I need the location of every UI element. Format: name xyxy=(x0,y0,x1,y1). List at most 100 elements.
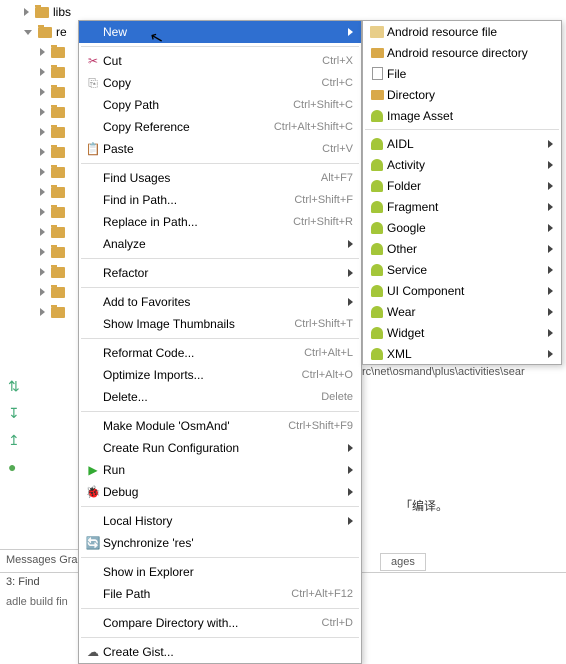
menu-copy[interactable]: ⎘ Copy Ctrl+C xyxy=(79,72,361,94)
menu-file-path[interactable]: File Path Ctrl+Alt+F12 xyxy=(79,583,361,605)
menu-refactor[interactable]: Refactor xyxy=(79,262,361,284)
submenu-arrow-icon xyxy=(348,240,353,248)
tree-arrow-icon[interactable] xyxy=(40,148,45,156)
submenu-wear[interactable]: Wear xyxy=(363,301,561,322)
android-icon xyxy=(371,327,383,339)
menu-add-favorites[interactable]: Add to Favorites xyxy=(79,291,361,313)
menu-thumbnails[interactable]: Show Image Thumbnails Ctrl+Shift+T xyxy=(79,313,361,335)
menu-replace-in-path[interactable]: Replace in Path... Ctrl+Shift+R xyxy=(79,211,361,233)
tree-arrow-icon[interactable] xyxy=(24,8,29,16)
submenu-image-asset[interactable]: Image Asset xyxy=(363,105,561,126)
collapse-icon[interactable]: ↥ xyxy=(8,432,32,449)
github-icon: ☁ xyxy=(83,645,103,659)
folder-icon xyxy=(371,48,384,58)
submenu-arrow-icon xyxy=(548,203,553,211)
tree-arrow-open-icon[interactable] xyxy=(24,30,32,35)
tree-arrow-icon[interactable] xyxy=(40,308,45,316)
menu-delete[interactable]: Delete... Delete xyxy=(79,386,361,408)
filter-icon[interactable]: ⇅ xyxy=(8,378,32,395)
menu-new[interactable]: New xyxy=(79,21,361,43)
submenu-directory[interactable]: Directory xyxy=(363,84,561,105)
menu-find-usages[interactable]: Find Usages Alt+F7 xyxy=(79,167,361,189)
submenu-arrow-icon xyxy=(548,308,553,316)
submenu-arrow-icon xyxy=(348,488,353,496)
submenu-arrow-icon xyxy=(548,266,553,274)
tree-arrow-icon[interactable] xyxy=(40,288,45,296)
folder-icon xyxy=(51,127,65,138)
folder-icon xyxy=(51,247,65,258)
menu-create-gist[interactable]: ☁ Create Gist... xyxy=(79,641,361,663)
tree-arrow-icon[interactable] xyxy=(40,188,45,196)
editor-text-fragment: 「编译。 xyxy=(400,497,448,514)
submenu-google[interactable]: Google xyxy=(363,217,561,238)
tree-arrow-icon[interactable] xyxy=(40,128,45,136)
folder-icon xyxy=(51,307,65,318)
folder-icon xyxy=(51,287,65,298)
menu-separator xyxy=(81,411,359,412)
tree-item-res[interactable]: re xyxy=(56,25,67,39)
menu-find-in-path[interactable]: Find in Path... Ctrl+Shift+F xyxy=(79,189,361,211)
menu-debug[interactable]: 🐞 Debug xyxy=(79,481,361,503)
tree-item-libs[interactable]: libs xyxy=(53,5,71,19)
tree-arrow-icon[interactable] xyxy=(40,268,45,276)
menu-reformat-code[interactable]: Reformat Code... Ctrl+Alt+L xyxy=(79,342,361,364)
submenu-folder[interactable]: Folder xyxy=(363,175,561,196)
submenu-android-resource-dir[interactable]: Android resource directory xyxy=(363,42,561,63)
xml-file-icon xyxy=(370,26,384,38)
tree-arrow-icon[interactable] xyxy=(40,88,45,96)
menu-separator xyxy=(81,608,359,609)
submenu-android-resource-file[interactable]: Android resource file xyxy=(363,21,561,42)
submenu-arrow-icon xyxy=(548,140,553,148)
expand-icon[interactable]: ↧ xyxy=(8,405,32,422)
tree-arrow-icon[interactable] xyxy=(40,248,45,256)
folder-icon xyxy=(51,87,65,98)
bottom-find-tab[interactable]: 3: Find xyxy=(6,576,40,589)
folder-icon xyxy=(51,267,65,278)
submenu-file[interactable]: File xyxy=(363,63,561,84)
menu-paste[interactable]: 📋 Paste Ctrl+V xyxy=(79,138,361,160)
menu-synchronize[interactable]: 🔄 Synchronize 'res' xyxy=(79,532,361,554)
menu-copy-reference[interactable]: Copy Reference Ctrl+Alt+Shift+C xyxy=(79,116,361,138)
folder-icon xyxy=(38,27,52,38)
submenu-widget[interactable]: Widget xyxy=(363,322,561,343)
tree-arrow-icon[interactable] xyxy=(40,68,45,76)
breadcrumb-path: rc\net\osmand\plus\activities\sear xyxy=(362,366,562,378)
menu-cut[interactable]: ✂ Cut Ctrl+X xyxy=(79,50,361,72)
menu-separator xyxy=(81,287,359,288)
submenu-aidl[interactable]: AIDL xyxy=(363,133,561,154)
menu-separator xyxy=(81,258,359,259)
menu-local-history[interactable]: Local History xyxy=(79,510,361,532)
clipboard-icon: 📋 xyxy=(83,142,103,156)
tree-arrow-icon[interactable] xyxy=(40,168,45,176)
android-icon xyxy=(371,348,383,360)
tree-arrow-icon[interactable] xyxy=(40,108,45,116)
folder-icon xyxy=(371,90,384,100)
submenu-xml[interactable]: XML xyxy=(363,343,561,364)
submenu-fragment[interactable]: Fragment xyxy=(363,196,561,217)
scissors-icon: ✂ xyxy=(83,54,103,68)
menu-analyze[interactable]: Analyze xyxy=(79,233,361,255)
folder-icon xyxy=(51,187,65,198)
context-menu: New ✂ Cut Ctrl+X ⎘ Copy Ctrl+C Copy Path… xyxy=(78,20,362,664)
menu-optimize-imports[interactable]: Optimize Imports... Ctrl+Alt+O xyxy=(79,364,361,386)
bottom-tab[interactable]: ages xyxy=(380,553,426,571)
submenu-ui-component[interactable]: UI Component xyxy=(363,280,561,301)
submenu-service[interactable]: Service xyxy=(363,259,561,280)
tree-arrow-icon[interactable] xyxy=(40,228,45,236)
android-icon xyxy=(371,285,383,297)
menu-make-module[interactable]: Make Module 'OsmAnd' Ctrl+Shift+F9 xyxy=(79,415,361,437)
menu-run[interactable]: ▶ Run xyxy=(79,459,361,481)
tree-arrow-icon[interactable] xyxy=(40,208,45,216)
android-icon xyxy=(371,222,383,234)
submenu-other[interactable]: Other xyxy=(363,238,561,259)
tree-arrow-icon[interactable] xyxy=(40,48,45,56)
menu-copy-path[interactable]: Copy Path Ctrl+Shift+C xyxy=(79,94,361,116)
menu-create-run-config[interactable]: Create Run Configuration xyxy=(79,437,361,459)
menu-show-explorer[interactable]: Show in Explorer xyxy=(79,561,361,583)
submenu-activity[interactable]: Activity xyxy=(363,154,561,175)
submenu-arrow-icon xyxy=(548,350,553,358)
copy-icon: ⎘ xyxy=(83,76,103,91)
running-icon[interactable]: ● xyxy=(8,459,32,475)
menu-separator xyxy=(81,637,359,638)
menu-compare-dir[interactable]: Compare Directory with... Ctrl+D xyxy=(79,612,361,634)
